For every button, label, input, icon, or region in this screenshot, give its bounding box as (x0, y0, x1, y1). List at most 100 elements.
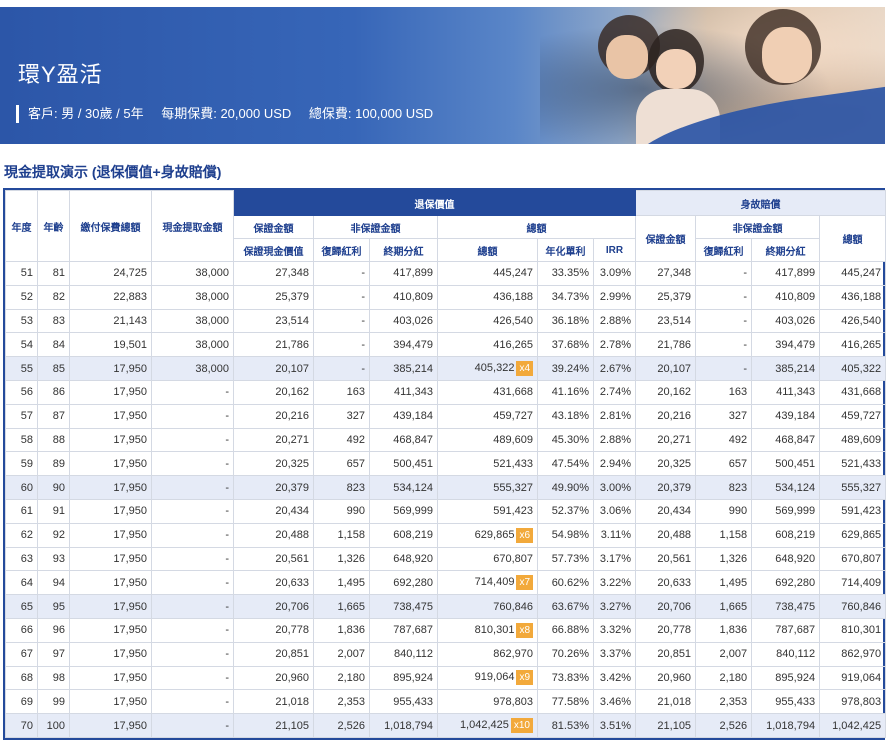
cell-total: 405,322 x4 (437, 356, 538, 381)
cell-terminal-bonus: 403,026 (369, 308, 438, 334)
cell-db-terminal-value: 439,184 (775, 410, 816, 423)
cell-guaranteed-cash-value-value: 20,325 (275, 457, 309, 470)
cell-premium-paid: 17,950 (69, 570, 152, 596)
cell-db-reversionary: 492 (695, 427, 753, 453)
cell-terminal-bonus-value: 648,920 (393, 552, 433, 565)
cell-year-value: 59 (20, 457, 33, 470)
cell-irr-value: 2.99% (599, 291, 632, 304)
cell-db-terminal-value: 738,475 (775, 600, 816, 613)
cell-age-value: 100 (46, 719, 65, 732)
cell-db-reversionary: 1,326 (695, 546, 753, 572)
cell-db-guaranteed: 20,216 (635, 403, 697, 429)
cell-withdrawal-value: 38,000 (195, 291, 229, 304)
cell-db-reversionary-value: 823 (728, 481, 748, 494)
cell-withdrawal-value: - (225, 671, 229, 684)
cell-db-reversionary: 657 (695, 451, 753, 477)
cell-total: 978,803 (437, 689, 538, 715)
table-row: 57 87 17,950 - 20,216 327 439,184 459,727 43.18%… (5, 403, 887, 429)
cell-db-guaranteed: 21,786 (635, 332, 697, 358)
cell-reversionary-bonus: - (313, 332, 370, 358)
cell-withdrawal: 38,000 (151, 356, 234, 381)
cell-terminal-bonus: 468,847 (369, 427, 438, 453)
cell-terminal-bonus-value: 394,479 (393, 338, 433, 351)
cell-age-value: 84 (52, 338, 65, 351)
cell-terminal-bonus: 738,475 (369, 594, 438, 619)
cell-premium-paid: 17,950 (69, 641, 152, 667)
cell-premium-paid-value: 17,950 (113, 695, 147, 708)
cell-reversionary-bonus-value: 1,665 (337, 600, 365, 613)
cell-withdrawal-value: - (225, 457, 229, 470)
cell-guaranteed-cash-value-value: 20,216 (275, 410, 309, 423)
multiple-badge: x4 (516, 361, 533, 377)
cell-db-total-value: 405,322 (841, 362, 882, 375)
cell-reversionary-bonus: 2,353 (313, 689, 370, 715)
cell-irr-value: 3.06% (599, 505, 632, 518)
cell-db-total-value: 555,327 (841, 481, 882, 494)
cell-annualized-simple-value: 41.16% (551, 386, 589, 399)
cell-premium-paid: 17,950 (69, 689, 152, 715)
cell-premium-paid: 17,950 (69, 546, 152, 572)
cell-db-guaranteed-value: 20,778 (657, 624, 692, 637)
cell-db-guaranteed: 20,778 (635, 617, 697, 643)
cell-withdrawal: - (151, 451, 234, 477)
cell-year: 67 (5, 641, 38, 667)
cell-age-value: 83 (52, 314, 65, 327)
cell-withdrawal: - (151, 594, 234, 619)
cell-db-terminal: 692,280 (751, 570, 821, 596)
cell-db-total-value: 489,609 (841, 433, 882, 446)
cell-terminal-bonus-value: 411,343 (394, 386, 433, 399)
cell-premium-paid: 22,883 (69, 284, 152, 310)
cell-age-value: 90 (52, 481, 65, 494)
cell-year-value: 51 (20, 267, 33, 280)
cell-guaranteed-cash-value-value: 21,105 (275, 719, 309, 732)
cell-guaranteed-cash-value: 21,786 (233, 332, 314, 358)
cell-premium-paid-value: 19,501 (113, 338, 147, 351)
cell-reversionary-bonus-value: - (361, 291, 365, 304)
cell-withdrawal: - (151, 403, 234, 429)
cell-annualized-simple: 73.83% (537, 665, 594, 691)
cell-irr: 3.37% (592, 641, 637, 667)
cell-db-terminal: 1,018,794 (751, 713, 821, 738)
cell-irr: 3.11% (592, 522, 637, 548)
cell-irr: 2.94% (592, 451, 637, 477)
header-db-total: 總額 (819, 215, 887, 262)
cell-terminal-bonus-value: 692,280 (393, 576, 433, 589)
cell-age: 92 (37, 522, 70, 548)
cell-guaranteed-cash-value: 20,107 (233, 356, 314, 381)
cell-annualized-simple-value: 77.58% (551, 695, 589, 708)
cell-annualized-simple-value: 70.26% (551, 648, 589, 661)
cell-total: 714,409 x7 (437, 570, 538, 596)
cell-total: 489,609 (437, 427, 538, 453)
cell-db-total: 1,042,425 (819, 713, 887, 738)
cell-annualized-simple-value: 36.18% (551, 314, 589, 327)
cell-reversionary-bonus-value: 823 (346, 481, 365, 494)
cell-total: 426,540 (437, 308, 538, 334)
cell-premium-paid-value: 17,950 (113, 648, 147, 661)
cell-db-total: 489,609 (819, 427, 887, 453)
cell-db-terminal: 648,920 (751, 546, 821, 572)
cell-db-terminal-value: 385,214 (775, 362, 816, 375)
cell-terminal-bonus: 439,184 (369, 403, 438, 429)
cell-reversionary-bonus-value: 2,353 (337, 695, 365, 708)
multiple-badge: x7 (516, 575, 533, 591)
cell-total-value: 1,042,425 (459, 719, 509, 732)
cell-db-guaranteed: 20,325 (635, 451, 697, 477)
header-death-benefit: 身故賠償 (635, 190, 887, 216)
cell-terminal-bonus: 411,343 (369, 379, 438, 405)
cell-irr-value: 2.67% (599, 362, 632, 375)
header-age: 年齡 (37, 190, 70, 262)
header-guaranteed-cash-value: 保證現金價值 (233, 238, 314, 262)
cell-guaranteed-cash-value: 21,018 (233, 689, 314, 715)
cell-withdrawal: - (151, 689, 234, 715)
cell-db-total-value: 445,247 (841, 267, 882, 280)
cell-guaranteed-cash-value: 20,271 (233, 427, 314, 453)
cell-withdrawal-value: - (225, 600, 229, 613)
cell-reversionary-bonus: 1,158 (313, 522, 370, 548)
cell-withdrawal-value: - (225, 481, 229, 494)
cell-annualized-simple-value: 33.35% (551, 267, 589, 280)
cell-reversionary-bonus: 1,665 (313, 594, 370, 619)
cell-guaranteed-cash-value-value: 21,786 (275, 338, 309, 351)
cell-terminal-bonus-value: 417,899 (393, 267, 433, 280)
cell-irr-value: 3.32% (599, 624, 632, 637)
cell-premium-paid: 17,950 (69, 617, 152, 643)
